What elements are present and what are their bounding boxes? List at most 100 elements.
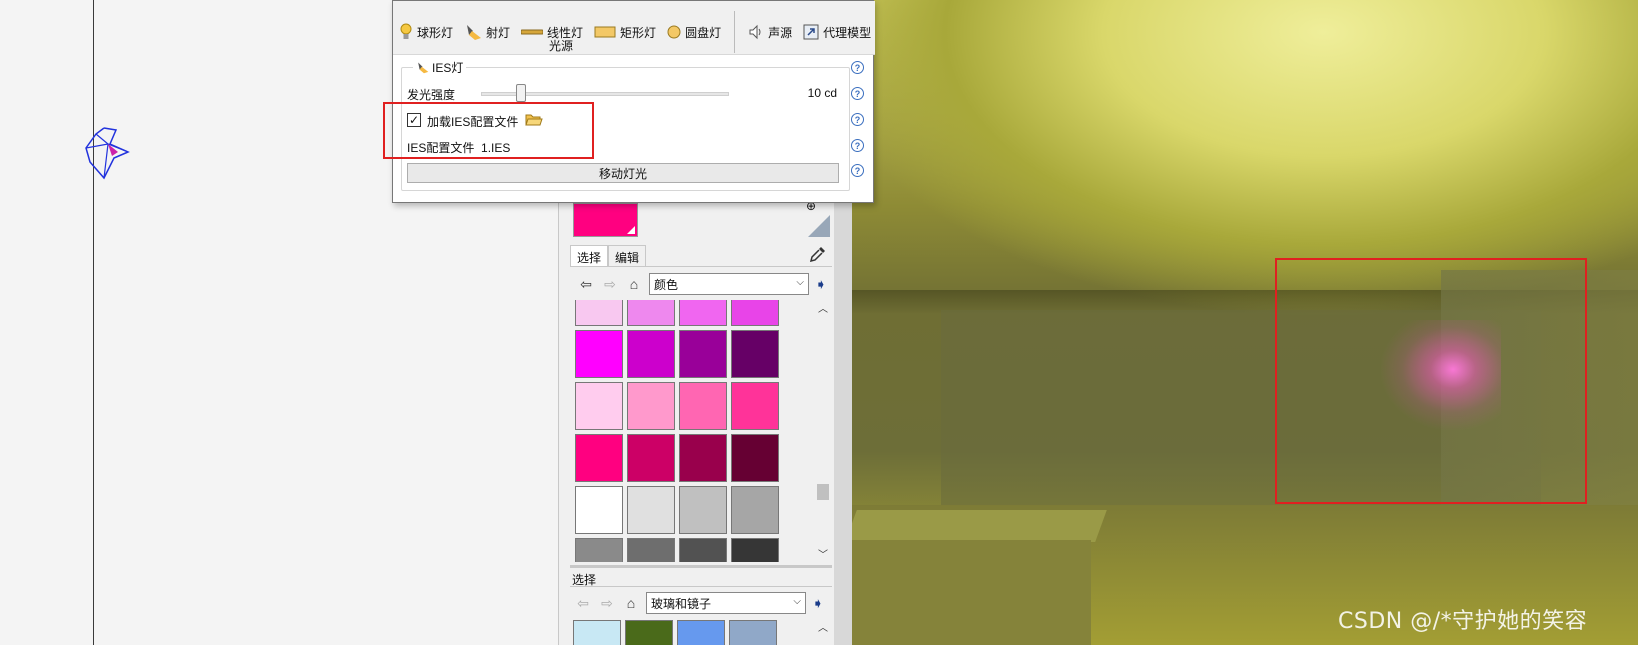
intensity-slider-thumb[interactable] xyxy=(515,84,526,102)
sphere-light-button[interactable]: 球形灯 xyxy=(399,23,453,41)
details-arrow-icon[interactable]: ➧ xyxy=(815,276,827,293)
light-group-label: 光源 xyxy=(549,39,574,53)
scroll-up-icon[interactable]: ︿ xyxy=(818,619,828,634)
color-swatch[interactable] xyxy=(575,300,623,326)
sound-source-button[interactable]: 声源 xyxy=(748,24,792,41)
color-swatch[interactable] xyxy=(679,382,727,430)
color-swatch[interactable] xyxy=(575,434,623,482)
rect-light-label: 矩形灯 xyxy=(620,25,657,40)
disk-light-label: 圆盘灯 xyxy=(685,25,722,40)
help-icon[interactable]: ? xyxy=(851,61,864,74)
back-arrow-icon[interactable]: ⇦ xyxy=(577,275,595,293)
swatch-scrollbar[interactable]: ︿ ﹀ xyxy=(815,298,831,562)
secondary-collection-dropdown[interactable]: 玻璃和镜子 ⌵ xyxy=(646,592,806,614)
color-swatch[interactable] xyxy=(679,538,727,562)
spotlight-icon xyxy=(467,25,482,40)
secondary-navbar: ⇦ ⇨ ⌂ 玻璃和镜子 ⌵ ➧ xyxy=(574,590,824,616)
material-thumbnail[interactable] xyxy=(729,620,777,645)
proxy-model-label: 代理模型 xyxy=(823,25,872,40)
color-swatch[interactable] xyxy=(731,538,779,562)
scroll-thumb[interactable] xyxy=(817,484,829,500)
collection-dropdown[interactable]: 颜色 ⌵ xyxy=(649,273,809,295)
scroll-down-icon[interactable]: ﹀ xyxy=(818,546,828,561)
panel-gutter xyxy=(834,195,852,645)
material-thumbnail[interactable] xyxy=(573,620,621,645)
disk-light-icon xyxy=(667,25,681,39)
home-icon[interactable]: ⌂ xyxy=(622,594,640,612)
rect-light-button[interactable]: 矩形灯 xyxy=(594,24,656,41)
material-navbar: ⇦ ⇨ ⌂ 颜色 ⌵ ➧ xyxy=(577,271,827,297)
spot-light-label: 射灯 xyxy=(486,25,511,40)
color-swatch[interactable] xyxy=(627,538,675,562)
color-swatch[interactable] xyxy=(627,486,675,534)
green-axis-line xyxy=(93,0,94,645)
color-swatch[interactable] xyxy=(627,330,675,378)
intensity-value: 10 cd xyxy=(807,86,837,100)
color-swatch[interactable] xyxy=(679,300,727,326)
speaker-icon xyxy=(749,24,761,40)
render-highlight-box xyxy=(1275,258,1587,504)
color-swatch[interactable] xyxy=(627,300,675,326)
back-arrow-icon[interactable]: ⇦ xyxy=(574,594,592,612)
bed-top xyxy=(851,510,1107,542)
panel-separator xyxy=(570,565,832,568)
chevron-down-icon: ⌵ xyxy=(796,277,804,288)
rect-light-icon xyxy=(594,26,616,38)
watermark: CSDN @/*守护她的笑容 xyxy=(1338,609,1588,634)
color-swatch[interactable] xyxy=(575,486,623,534)
ies-light-gizmo-icon[interactable] xyxy=(84,126,140,190)
swatch-grid-viewport xyxy=(575,300,783,562)
color-swatch[interactable] xyxy=(731,486,779,534)
ies-group-title: IES灯 xyxy=(413,59,467,76)
details-arrow-icon[interactable]: ➧ xyxy=(812,595,824,612)
color-swatch[interactable] xyxy=(575,538,623,562)
forward-arrow-icon[interactable]: ⇨ xyxy=(601,275,619,293)
secondary-scrollbar[interactable]: ︿ xyxy=(815,617,831,645)
material-thumbnail[interactable] xyxy=(625,620,673,645)
help-icon[interactable]: ? xyxy=(851,87,864,100)
toolbar-divider xyxy=(734,11,736,53)
light-toolbar: 球形灯 射灯 线性灯 矩形灯 圆盘灯 声源 代理模型 光源 xyxy=(393,1,875,55)
current-material-swatch[interactable] xyxy=(573,203,638,237)
swatch-grid xyxy=(575,300,779,562)
collection-dropdown-value: 颜色 xyxy=(654,277,679,292)
color-swatch[interactable] xyxy=(679,434,727,482)
move-light-button[interactable]: 移动灯光 xyxy=(407,163,839,183)
spotlight-icon xyxy=(418,62,429,74)
scroll-up-icon[interactable]: ︿ xyxy=(818,300,828,315)
ies-group-title-text: IES灯 xyxy=(432,61,464,75)
color-swatch[interactable] xyxy=(679,330,727,378)
bulb-icon xyxy=(400,23,412,39)
sphere-light-label: 球形灯 xyxy=(417,25,454,40)
proxy-model-icon xyxy=(803,24,819,40)
material-tabs: 选择 编辑 xyxy=(570,245,647,267)
default-material-icon[interactable] xyxy=(808,215,830,237)
app-root: CSDN @/*守护她的笑容 ⊕ 选择 编辑 ⇦ ⇨ ⌂ 颜色 ⌵ ➧ ︿ ﹀ … xyxy=(0,0,1638,645)
home-icon[interactable]: ⌂ xyxy=(625,275,643,293)
chevron-down-icon: ⌵ xyxy=(793,596,801,607)
color-swatch[interactable] xyxy=(679,486,727,534)
sound-source-label: 声源 xyxy=(768,25,793,40)
disk-light-button[interactable]: 圆盘灯 xyxy=(667,24,721,41)
help-icon[interactable]: ? xyxy=(851,164,864,177)
eyedropper-icon[interactable] xyxy=(810,246,826,262)
material-thumbnail[interactable] xyxy=(677,620,725,645)
intensity-label: 发光强度 xyxy=(407,88,456,102)
tab-select[interactable]: 选择 xyxy=(570,245,609,267)
color-swatch[interactable] xyxy=(731,382,779,430)
forward-arrow-icon[interactable]: ⇨ xyxy=(598,594,616,612)
help-icon[interactable]: ? xyxy=(851,113,864,126)
color-swatch[interactable] xyxy=(731,300,779,326)
spot-light-button[interactable]: 射灯 xyxy=(464,23,510,41)
color-swatch[interactable] xyxy=(731,330,779,378)
color-swatch[interactable] xyxy=(731,434,779,482)
color-swatch[interactable] xyxy=(575,382,623,430)
help-icon[interactable]: ? xyxy=(851,139,864,152)
secondary-thumbnails xyxy=(573,620,777,645)
color-swatch[interactable] xyxy=(627,434,675,482)
color-swatch[interactable] xyxy=(575,330,623,378)
bed-front xyxy=(851,540,1091,645)
color-swatch[interactable] xyxy=(627,382,675,430)
proxy-model-button[interactable]: 代理模型 xyxy=(803,24,871,41)
tab-edit[interactable]: 编辑 xyxy=(608,245,647,267)
